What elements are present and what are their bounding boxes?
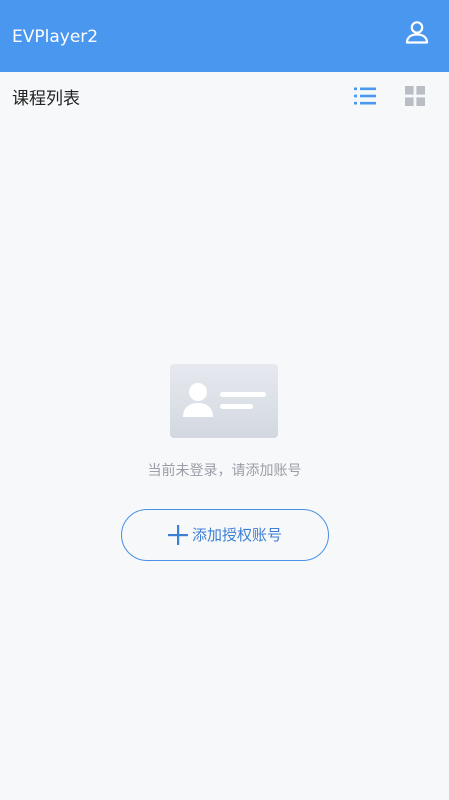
list-view-icon <box>354 86 376 110</box>
app-bar: EVPlayer2 <box>0 0 449 72</box>
course-list-header: 课程列表 <box>0 72 449 122</box>
section-title: 课程列表 <box>12 89 80 109</box>
app-title: EVPlayer2 <box>12 27 99 47</box>
empty-state: 当前未登录，请添加账号 添加授权账号 <box>0 364 449 574</box>
account-button[interactable] <box>401 18 433 50</box>
app-screen: EVPlayer2 课程列表 当前未登录，请添加账号 添加授权账号 <box>0 0 449 800</box>
login-prompt-text: 当前未登录，请添加账号 <box>147 463 302 479</box>
id-card-icon <box>170 364 278 438</box>
add-button-label: 添加授权账号 <box>191 526 282 544</box>
grid-view-icon <box>405 86 425 110</box>
grid-view-button[interactable] <box>399 82 431 114</box>
add-authorized-account-button[interactable]: 添加授权账号 <box>121 509 329 561</box>
plus-icon <box>167 525 188 545</box>
list-view-button[interactable] <box>349 82 381 114</box>
person-icon <box>404 19 430 49</box>
